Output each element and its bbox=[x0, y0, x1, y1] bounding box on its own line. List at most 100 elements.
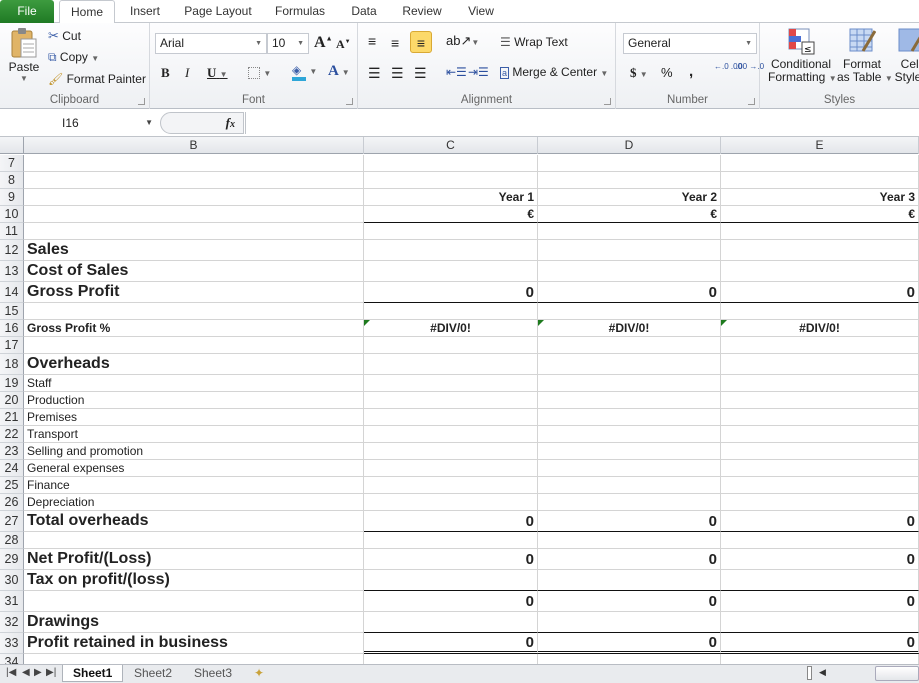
cell-c27[interactable]: 0 bbox=[364, 511, 538, 532]
cell-b21[interactable]: Premises bbox=[24, 409, 364, 426]
cell-c28[interactable] bbox=[364, 532, 538, 549]
cell-e26[interactable] bbox=[721, 494, 919, 511]
cell-d15[interactable] bbox=[538, 303, 721, 320]
cell-c11[interactable] bbox=[364, 223, 538, 240]
cell-b32[interactable]: Drawings bbox=[24, 612, 364, 633]
cell-b16[interactable]: Gross Profit % bbox=[24, 320, 364, 337]
cell-c9[interactable]: Year 1 bbox=[364, 189, 538, 206]
align-center-button[interactable]: ☰ bbox=[391, 65, 404, 82]
cell-c34[interactable] bbox=[364, 654, 538, 664]
currency-dropdown-icon[interactable]: ▼ bbox=[640, 70, 648, 79]
copy-button[interactable]: ⧉ Copy ▼ bbox=[48, 50, 99, 65]
row-header[interactable]: 12 bbox=[0, 240, 24, 261]
column-header-b[interactable]: B bbox=[24, 137, 364, 154]
alignment-launcher-icon[interactable] bbox=[604, 98, 611, 105]
row-header[interactable]: 11 bbox=[0, 223, 24, 240]
cut-button[interactable]: ✂ Cut bbox=[48, 28, 81, 44]
cell-c12[interactable] bbox=[364, 240, 538, 261]
sheet-tab-3[interactable]: Sheet3 bbox=[184, 665, 242, 682]
cell-d16[interactable]: #DIV/0! bbox=[538, 320, 721, 337]
error-indicator-icon[interactable] bbox=[721, 320, 727, 326]
merge-center-button[interactable]: a Merge & Center ▼ bbox=[500, 65, 608, 79]
cell-d9[interactable]: Year 2 bbox=[538, 189, 721, 206]
error-indicator-icon[interactable] bbox=[364, 320, 370, 326]
cell-b11[interactable] bbox=[24, 223, 364, 240]
font-size-select[interactable]: 10 ▼ bbox=[267, 33, 309, 54]
cell-c13[interactable] bbox=[364, 261, 538, 282]
tab-home[interactable]: Home bbox=[59, 0, 115, 24]
cell-d27[interactable]: 0 bbox=[538, 511, 721, 532]
scroll-left-icon[interactable]: ◀ bbox=[819, 667, 826, 678]
cell-b8[interactable] bbox=[24, 172, 364, 189]
cell-c33[interactable]: 0 bbox=[364, 633, 538, 654]
align-bottom-button[interactable]: ≡ bbox=[410, 31, 432, 53]
cell-d25[interactable] bbox=[538, 477, 721, 494]
cell-d28[interactable] bbox=[538, 532, 721, 549]
font-name-select[interactable]: Arial ▼ bbox=[155, 33, 267, 54]
cell-c17[interactable] bbox=[364, 337, 538, 354]
cell-b30[interactable]: Tax on profit/(loss) bbox=[24, 570, 364, 591]
cell-d19[interactable] bbox=[538, 375, 721, 392]
align-left-button[interactable]: ☰ bbox=[368, 65, 381, 82]
cell-d32[interactable] bbox=[538, 612, 721, 633]
cell-e11[interactable] bbox=[721, 223, 919, 240]
sheet-tab-1[interactable]: Sheet1 bbox=[62, 665, 124, 682]
currency-button[interactable]: $ ▼ bbox=[630, 65, 648, 81]
row-header[interactable]: 32 bbox=[0, 612, 24, 633]
font-color-dropdown-icon[interactable]: ▼ bbox=[342, 68, 350, 77]
cell-d26[interactable] bbox=[538, 494, 721, 511]
bold-button[interactable]: B bbox=[161, 65, 170, 81]
cell-e31[interactable]: 0 bbox=[721, 591, 919, 612]
align-middle-button[interactable]: ≡ bbox=[391, 35, 399, 51]
cell-c14[interactable]: 0 bbox=[364, 282, 538, 303]
row-header[interactable]: 17 bbox=[0, 337, 24, 354]
shrink-font-button[interactable]: A▼ bbox=[336, 37, 351, 52]
paste-dropdown-icon[interactable]: ▼ bbox=[6, 74, 42, 83]
select-all-button[interactable] bbox=[0, 137, 24, 154]
number-launcher-icon[interactable] bbox=[748, 98, 755, 105]
row-header[interactable]: 8 bbox=[0, 172, 24, 189]
tab-formulas[interactable]: Formulas bbox=[272, 0, 328, 23]
cell-e32[interactable] bbox=[721, 612, 919, 633]
clipboard-launcher-icon[interactable] bbox=[138, 98, 145, 105]
underline-dropdown-icon[interactable]: ▼ bbox=[220, 70, 228, 79]
cell-b10[interactable] bbox=[24, 206, 364, 223]
align-top-button[interactable]: ≡ bbox=[368, 33, 376, 49]
cell-c30[interactable] bbox=[364, 570, 538, 591]
merge-dropdown-icon[interactable]: ▼ bbox=[600, 69, 608, 78]
column-header-d[interactable]: D bbox=[538, 137, 721, 154]
cell-e16[interactable]: #DIV/0! bbox=[721, 320, 919, 337]
wrap-text-button[interactable]: ☰ Wrap Text bbox=[500, 35, 568, 49]
increase-decimal-button[interactable]: ←.0 .00 bbox=[714, 63, 742, 71]
cell-b29[interactable]: Net Profit/(Loss) bbox=[24, 549, 364, 570]
cell-styles-button[interactable]: CellStyles bbox=[891, 27, 919, 84]
percent-button[interactable]: % bbox=[661, 65, 673, 80]
cell-e14[interactable]: 0 bbox=[721, 282, 919, 303]
copy-dropdown-icon[interactable]: ▼ bbox=[91, 54, 99, 63]
tab-review[interactable]: Review bbox=[400, 0, 444, 23]
row-header[interactable]: 31 bbox=[0, 591, 24, 612]
cell-e28[interactable] bbox=[721, 532, 919, 549]
italic-button[interactable]: I bbox=[185, 65, 189, 81]
row-header[interactable]: 9 bbox=[0, 189, 24, 206]
cell-e27[interactable]: 0 bbox=[721, 511, 919, 532]
cell-b19[interactable]: Staff bbox=[24, 375, 364, 392]
cell-e12[interactable] bbox=[721, 240, 919, 261]
split-handle[interactable] bbox=[807, 666, 812, 680]
cell-b15[interactable] bbox=[24, 303, 364, 320]
cell-d14[interactable]: 0 bbox=[538, 282, 721, 303]
cell-e7[interactable] bbox=[721, 155, 919, 172]
row-header[interactable]: 16 bbox=[0, 320, 24, 337]
cell-b14[interactable]: Gross Profit bbox=[24, 282, 364, 303]
font-color-button[interactable]: A ▼ bbox=[328, 63, 350, 80]
cell-d23[interactable] bbox=[538, 443, 721, 460]
row-header[interactable]: 23 bbox=[0, 443, 24, 460]
cell-e29[interactable]: 0 bbox=[721, 549, 919, 570]
cell-b22[interactable]: Transport bbox=[24, 426, 364, 443]
cell-c29[interactable]: 0 bbox=[364, 549, 538, 570]
row-header[interactable]: 19 bbox=[0, 375, 24, 392]
format-as-table-button[interactable]: Format as Table ▼ bbox=[837, 27, 893, 85]
cell-e33[interactable]: 0 bbox=[721, 633, 919, 654]
cell-e24[interactable] bbox=[721, 460, 919, 477]
cell-b7[interactable] bbox=[24, 155, 364, 172]
